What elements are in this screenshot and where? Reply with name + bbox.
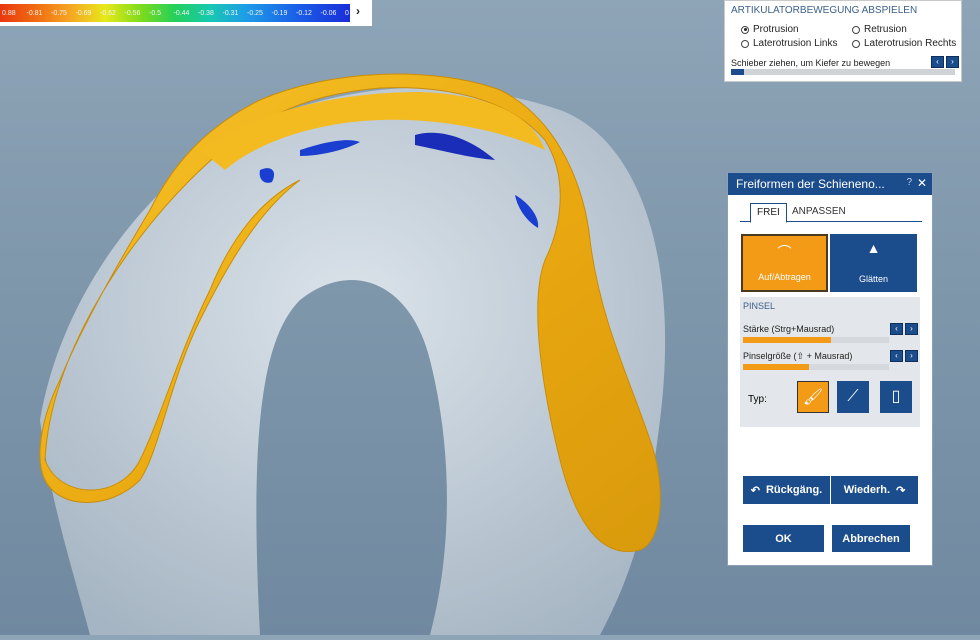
chevron-left-icon[interactable]: ‹ (890, 323, 903, 335)
help-icon[interactable]: ? (906, 177, 912, 188)
pinsel-title: PINSEL (743, 301, 776, 311)
radio-selected-icon (741, 25, 749, 34)
brush-icon[interactable]: 🖌 (797, 381, 829, 413)
scale-tick-label: -0.62 (100, 10, 116, 17)
scale-tick-label: 0.88 (2, 10, 16, 17)
ok-button[interactable]: OK (743, 525, 824, 552)
slider-fill (731, 69, 745, 75)
redo-button[interactable]: Wiederh. ↷ (831, 476, 918, 504)
deviation-color-scale: 0.88 -0.81 -0.75 -0.69 -0.62 -0.56 -0.5 -0.44 -0… (0, 0, 372, 26)
pinselgroesse-slider[interactable] (743, 364, 889, 370)
scale-tick-label: -0.06 (320, 10, 337, 17)
scale-tick-label: -0.56 (124, 10, 141, 17)
scale-tick-label: -0.38 (198, 10, 214, 17)
radio-laterotrusion-links[interactable]: Laterotrusion Links (741, 38, 838, 49)
scale-tick-label: 0 (345, 10, 349, 17)
tool-label: Auf/Abtragen (758, 272, 811, 282)
scale-tick-label: -0.25 (247, 10, 263, 17)
radio-label: Laterotrusion Links (753, 38, 838, 49)
chevron-right-icon[interactable]: › (905, 350, 918, 362)
articulator-panel: ARTIKULATORBEWEGUNG ABSPIELEN Protrusion… (724, 0, 962, 82)
typ-label: Typ: (748, 394, 767, 405)
tab-anpassen[interactable]: ANPASSEN (786, 203, 852, 221)
undo-label: Rückgäng. (765, 484, 823, 496)
radio-icon (741, 39, 749, 48)
staerke-slider[interactable] (743, 337, 889, 343)
radio-icon (852, 39, 860, 48)
radio-icon (852, 25, 860, 34)
close-icon[interactable]: ✕ (917, 176, 927, 190)
chevron-left-icon[interactable]: ‹ (931, 56, 944, 68)
radio-label: Protrusion (753, 24, 799, 35)
auf-abtragen-button[interactable]: ⌒ Auf/Abtragen (741, 234, 828, 292)
slider-fill (743, 364, 809, 370)
radio-label: Retrusion (864, 24, 907, 35)
staerke-label: Stärke (Strg+Mausrad) (743, 324, 835, 334)
radio-laterotrusion-rechts[interactable]: Laterotrusion Rechts (852, 38, 956, 49)
redo-label: Wiederh. (843, 484, 891, 496)
articulator-title: ARTIKULATORBEWEGUNG ABSPIELEN (731, 5, 918, 16)
smooth-icon: ▲ (866, 240, 881, 256)
scale-tick-label: -0.75 (51, 10, 67, 17)
tab-frei[interactable]: FREI (750, 203, 787, 223)
pinselgroesse-label: Pinselgröße (⇧ + Mausrad) (743, 351, 853, 361)
panel-header: Freiformen der Schieneno... ? ✕ (728, 173, 932, 195)
chevron-right-icon[interactable]: › (905, 323, 918, 335)
slider-hint: Schieber ziehen, um Kiefer zu bewegen (731, 58, 891, 68)
pinsel-section: PINSEL Stärke (Strg+Mausrad) ‹ › Pinselgr… (740, 297, 920, 427)
radio-retrusion[interactable]: Retrusion (852, 24, 907, 35)
scale-tick-label: -0.19 (271, 10, 288, 17)
scale-tick-label: -0.81 (26, 10, 43, 17)
cylinder-icon[interactable]: ▯ (880, 381, 912, 413)
scale-tick-label: -0.5 (149, 10, 162, 17)
radio-protrusion[interactable]: Protrusion (741, 24, 799, 35)
panel-title: Freiformen der Schieneno... (736, 177, 885, 191)
scale-tick-label: -0.44 (173, 10, 190, 17)
scale-tick-label: -0.69 (75, 10, 92, 17)
scale-tick-label: -0.12 (296, 10, 312, 17)
expand-arrow-icon[interactable]: › (356, 4, 360, 18)
tab-bar: FREI ANPASSEN (740, 203, 922, 223)
freiformen-panel: Freiformen der Schieneno... ? ✕ FREI ANP… (727, 172, 933, 566)
articulator-slider[interactable] (731, 69, 955, 75)
scale-tick-label: -0.31 (222, 10, 239, 17)
radio-label: Laterotrusion Rechts (864, 38, 957, 49)
undo-button[interactable]: ↶ Rückgäng. (743, 476, 830, 504)
knife-icon[interactable]: ⟋ (837, 381, 869, 413)
chevron-right-icon[interactable]: › (946, 56, 959, 68)
glaetten-button[interactable]: ▲ Glätten (830, 234, 917, 292)
undo-icon: ↶ (750, 484, 760, 497)
tool-label: Glätten (858, 274, 889, 284)
slider-fill (743, 337, 831, 343)
chevron-left-icon[interactable]: ‹ (890, 350, 903, 362)
surface-add-icon: ⌒ (777, 244, 792, 260)
cancel-button[interactable]: Abbrechen (832, 525, 910, 552)
redo-icon: ↷ (896, 484, 906, 497)
